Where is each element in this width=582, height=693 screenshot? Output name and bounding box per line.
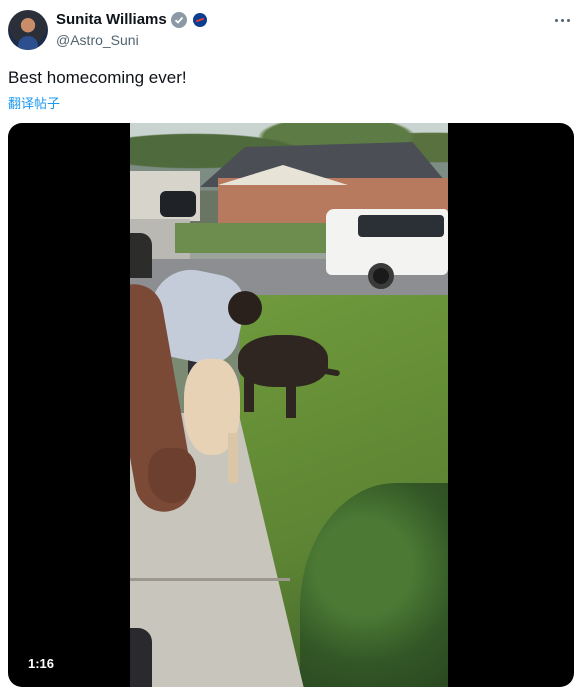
author-name[interactable]: Sunita Williams — [56, 11, 167, 28]
verified-badge-icon[interactable] — [170, 11, 187, 28]
video-frame — [130, 123, 448, 687]
tweet-text: Best homecoming ever! — [8, 68, 187, 87]
translate-post-link[interactable]: 翻译帖子 — [8, 93, 60, 112]
author-name-row: Sunita Williams — [56, 11, 207, 28]
video-duration-badge: 1:16 — [22, 654, 61, 673]
author-avatar[interactable] — [8, 10, 48, 50]
nasa-logo-icon[interactable] — [192, 12, 207, 27]
more-options-icon[interactable] — [552, 12, 572, 28]
author-handle[interactable]: @Astro_Suni — [56, 32, 139, 48]
video-player[interactable]: 1:16 — [8, 123, 574, 687]
